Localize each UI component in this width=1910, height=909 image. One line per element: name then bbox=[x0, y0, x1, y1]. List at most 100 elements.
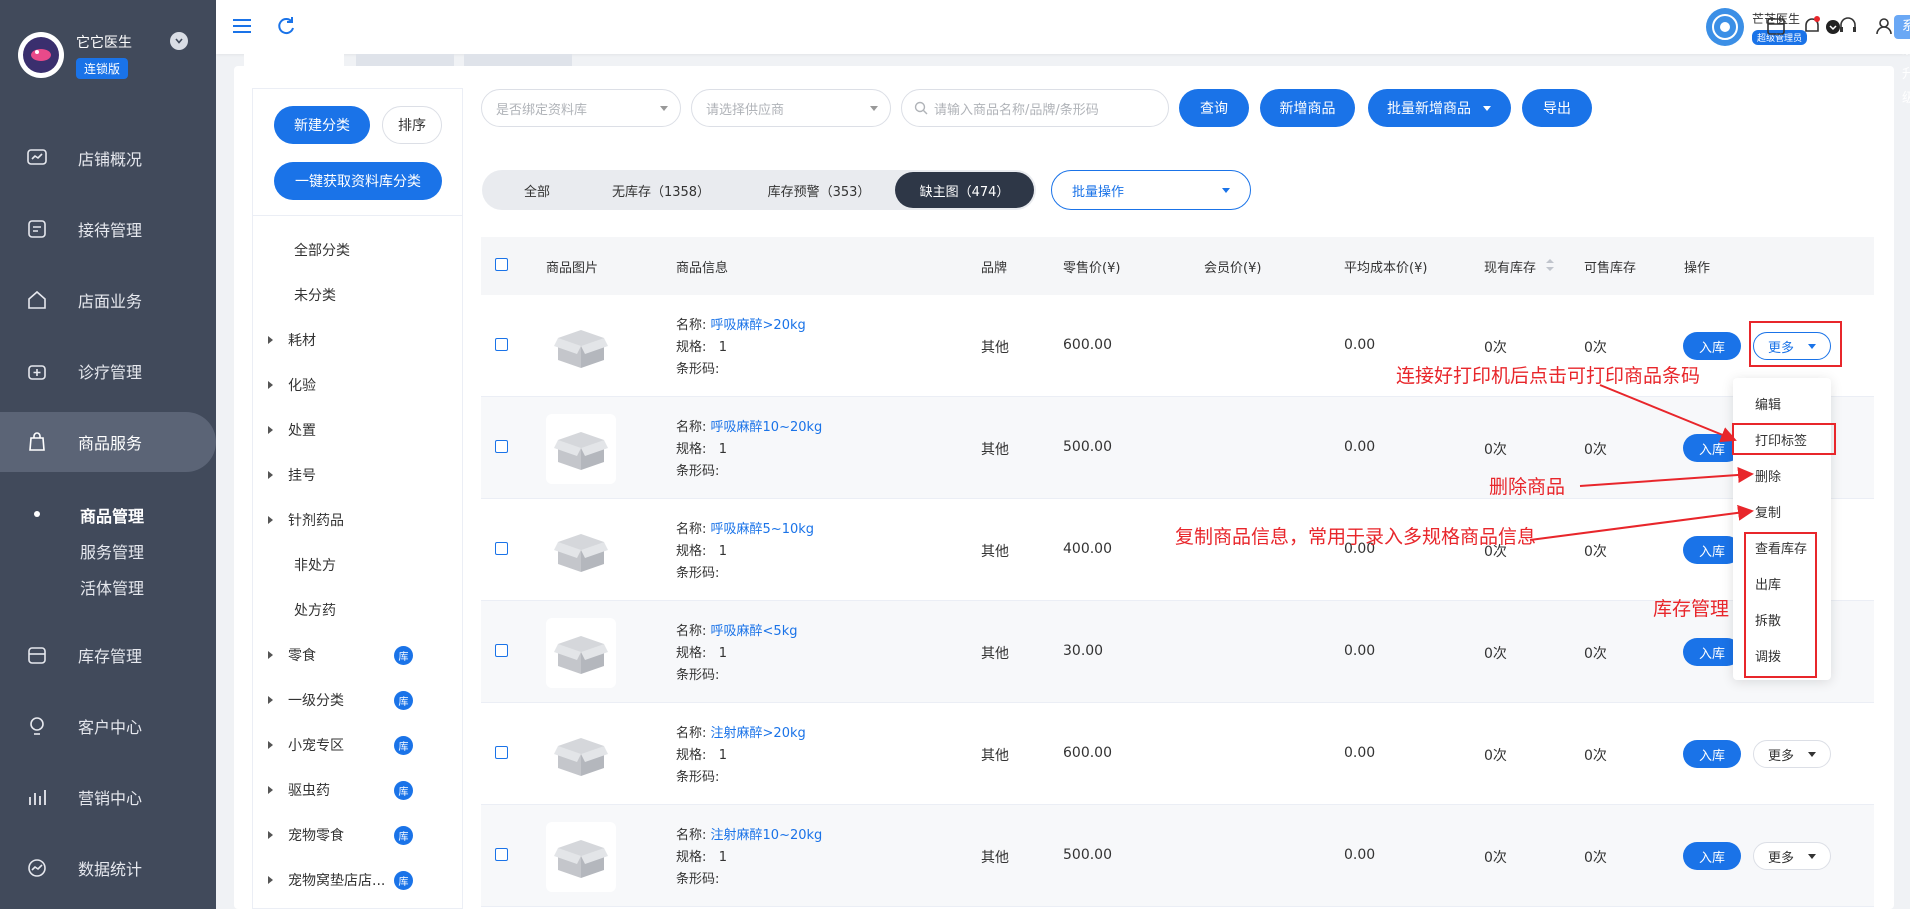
nav-item-store[interactable]: 店面业务 bbox=[0, 270, 216, 330]
category-item[interactable]: 宠物窝垫店店... 库 bbox=[252, 870, 463, 890]
sort-icon[interactable] bbox=[1545, 258, 1555, 272]
product-image bbox=[546, 312, 616, 382]
category-item[interactable]: 处置 bbox=[252, 420, 463, 440]
customer-icon bbox=[30, 717, 44, 735]
product-spec: 1 bbox=[718, 442, 728, 457]
tab-no-stock[interactable]: 无库存（1358） bbox=[596, 170, 726, 210]
export-button[interactable]: 导出 bbox=[1522, 89, 1592, 127]
user-icon[interactable] bbox=[1872, 14, 1896, 38]
category-item[interactable]: 小宠专区 库 bbox=[252, 735, 463, 755]
sub-item-live-manage[interactable]: 活体管理 bbox=[80, 575, 144, 599]
spec-prefix: 规格: bbox=[676, 340, 707, 355]
headset-icon[interactable] bbox=[1836, 14, 1860, 38]
stock-in-button[interactable]: 入库 bbox=[1683, 740, 1741, 768]
category-label: 挂号 bbox=[288, 468, 316, 484]
product-name-link[interactable]: 呼吸麻醉>20kg bbox=[711, 318, 806, 333]
column-header: 可售库存 bbox=[1584, 261, 1637, 276]
more-button[interactable]: 更多 bbox=[1753, 842, 1831, 870]
caret-right-icon[interactable] bbox=[268, 336, 273, 344]
category-item[interactable]: 化验 bbox=[252, 375, 463, 395]
category-item[interactable]: 宠物零食 库 bbox=[252, 825, 463, 845]
category-item[interactable]: 全部分类 bbox=[252, 240, 463, 260]
menu-item-delete[interactable]: 删除 bbox=[1755, 466, 1781, 485]
column-header[interactable]: 现有库存 bbox=[1484, 257, 1536, 276]
caret-right-icon[interactable] bbox=[268, 876, 273, 884]
product-spec: 1 bbox=[718, 544, 728, 559]
row-checkbox[interactable] bbox=[495, 848, 508, 861]
category-label: 全部分类 bbox=[294, 243, 350, 259]
table-header: 商品图片 商品信息 品牌 零售价(¥) 会员价(¥) 平均成本价(¥) 现有库存… bbox=[481, 237, 1874, 295]
row-checkbox[interactable] bbox=[495, 338, 508, 351]
nav-item-goods[interactable]: 商品服务 bbox=[0, 412, 216, 472]
category-item[interactable]: 处方药 bbox=[252, 600, 463, 620]
sub-item-goods-manage[interactable]: 商品管理 bbox=[80, 503, 144, 527]
column-header: 零售价(¥) bbox=[1063, 261, 1121, 276]
nav-item-reception[interactable]: 接待管理 bbox=[0, 199, 216, 259]
category-item[interactable]: 驱虫药 库 bbox=[252, 780, 463, 800]
menu-icon[interactable] bbox=[230, 14, 254, 38]
row-checkbox[interactable] bbox=[495, 746, 508, 759]
caret-right-icon[interactable] bbox=[268, 786, 273, 794]
tab-missing-image[interactable]: 缺主图（474） bbox=[895, 172, 1034, 208]
nav-item-shop-overview[interactable]: 店铺概况 bbox=[0, 128, 216, 188]
menu-item-edit[interactable]: 编辑 bbox=[1755, 394, 1781, 413]
select-all-checkbox[interactable] bbox=[495, 258, 508, 271]
search-input[interactable]: 请输入商品名称/品牌/条形码 bbox=[901, 89, 1169, 127]
product-name-link[interactable]: 呼吸麻醉10~20kg bbox=[711, 420, 823, 435]
nav-item-customer[interactable]: 客户中心 bbox=[0, 696, 216, 756]
tab-all[interactable]: 全部 bbox=[502, 170, 572, 210]
nav-item-medical[interactable]: 诊疗管理 bbox=[0, 341, 216, 401]
more-button[interactable]: 更多 bbox=[1753, 740, 1831, 768]
stock-in-button[interactable]: 入库 bbox=[1683, 842, 1741, 870]
button-label: 批量新增商品 bbox=[1387, 101, 1471, 117]
caret-right-icon[interactable] bbox=[268, 471, 273, 479]
nav-item-stats[interactable]: 数据统计 bbox=[0, 838, 216, 898]
product-name-link[interactable]: 注射麻醉10~20kg bbox=[711, 828, 823, 843]
category-item[interactable]: 一级分类 库 bbox=[252, 690, 463, 710]
category-item[interactable]: 耗材 bbox=[252, 330, 463, 350]
category-label: 处置 bbox=[288, 423, 316, 439]
caret-right-icon[interactable] bbox=[268, 381, 273, 389]
sub-item-service-manage[interactable]: 服务管理 bbox=[80, 539, 144, 563]
menu-item-copy[interactable]: 复制 bbox=[1755, 502, 1781, 521]
calendar-icon[interactable] bbox=[1764, 14, 1788, 38]
batch-operation-select[interactable]: 批量操作 bbox=[1051, 170, 1251, 210]
caret-down-icon bbox=[1808, 752, 1816, 757]
button-label: 更多 bbox=[1768, 850, 1795, 866]
system-upgrade-button[interactable]: 系统升级 bbox=[1894, 15, 1910, 106]
bind-library-select[interactable]: 是否绑定资料库 bbox=[481, 89, 681, 127]
bell-icon[interactable] bbox=[1800, 14, 1824, 38]
stock-in-button[interactable]: 入库 bbox=[1683, 332, 1741, 360]
select-placeholder: 请选择供应商 bbox=[706, 102, 785, 118]
caret-right-icon[interactable] bbox=[268, 741, 273, 749]
product-name-link[interactable]: 呼吸麻醉5~10kg bbox=[711, 522, 815, 537]
product-image bbox=[546, 618, 616, 688]
row-checkbox[interactable] bbox=[495, 644, 508, 657]
caret-right-icon[interactable] bbox=[268, 426, 273, 434]
product-image bbox=[546, 822, 616, 892]
category-item[interactable]: 挂号 bbox=[252, 465, 463, 485]
caret-right-icon[interactable] bbox=[268, 516, 273, 524]
tab-stock-warning[interactable]: 库存预警（353） bbox=[744, 170, 894, 210]
supplier-select[interactable]: 请选择供应商 bbox=[691, 89, 891, 127]
caret-right-icon[interactable] bbox=[268, 651, 273, 659]
nav-item-inventory[interactable]: 库存管理 bbox=[0, 625, 216, 685]
row-checkbox[interactable] bbox=[495, 440, 508, 453]
product-name-link[interactable]: 注射麻醉>20kg bbox=[711, 726, 806, 741]
caret-right-icon[interactable] bbox=[268, 696, 273, 704]
product-info: 名称: 注射麻醉>20kg 规格: 1 条形码: bbox=[676, 723, 806, 789]
brand-cell: 其他 bbox=[981, 850, 1009, 866]
batch-add-goods-button[interactable]: 批量新增商品 bbox=[1368, 89, 1511, 127]
chevron-down-icon[interactable] bbox=[170, 32, 188, 50]
query-button[interactable]: 查询 bbox=[1179, 89, 1249, 127]
product-name-link[interactable]: 呼吸麻醉<5kg bbox=[711, 624, 798, 639]
category-item[interactable]: 未分类 bbox=[252, 285, 463, 305]
add-goods-button[interactable]: 新增商品 bbox=[1260, 89, 1355, 127]
nav-item-marketing[interactable]: 营销中心 bbox=[0, 767, 216, 827]
row-checkbox[interactable] bbox=[495, 542, 508, 555]
category-item[interactable]: 非处方 bbox=[252, 555, 463, 575]
nav-label: 营销中心 bbox=[78, 789, 143, 808]
caret-right-icon[interactable] bbox=[268, 831, 273, 839]
category-item[interactable]: 零食 库 bbox=[252, 645, 463, 665]
category-item[interactable]: 针剂药品 bbox=[252, 510, 463, 530]
